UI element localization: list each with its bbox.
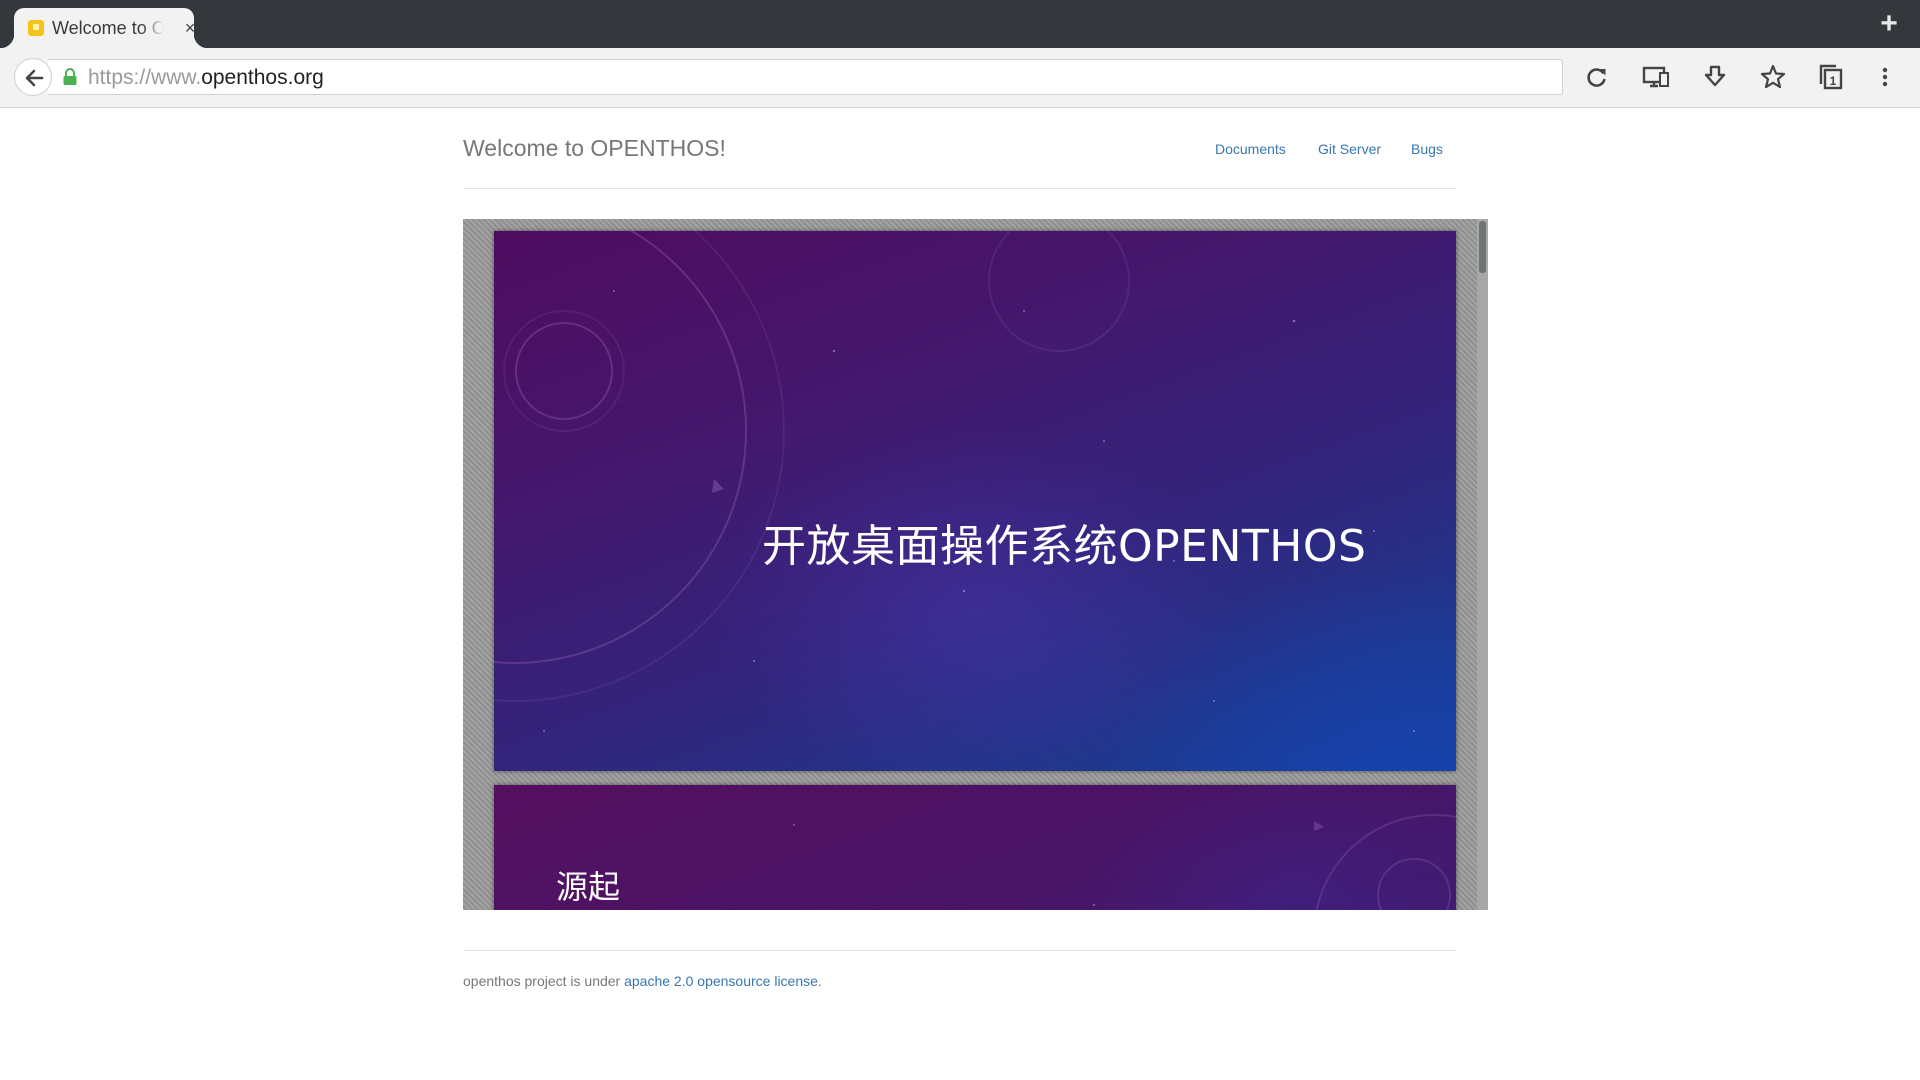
tabs-count: 1 <box>1830 74 1837 88</box>
footer-divider <box>463 950 1457 951</box>
browser-tab[interactable]: Welcome to OPENTHOS! × <box>0 8 208 48</box>
url-domain: openthos.org <box>201 66 324 89</box>
footer-suffix: . <box>817 973 822 989</box>
back-arrow-icon <box>25 69 44 87</box>
download-icon[interactable] <box>1700 62 1730 92</box>
footer-prefix: openthos project is under <box>463 973 625 989</box>
slide-2: 源起 <box>494 785 1456 910</box>
new-tab-icon[interactable]: + <box>1872 7 1906 41</box>
lock-icon <box>63 68 77 85</box>
more-menu-icon[interactable] <box>1870 62 1900 92</box>
desktop-view-icon[interactable] <box>1641 62 1671 92</box>
scrollbar-thumb[interactable] <box>1479 221 1486 273</box>
url-scheme: https://www. <box>88 66 202 89</box>
page-favicon-icon <box>28 20 44 36</box>
star-icon[interactable] <box>1758 62 1788 92</box>
nav-link-bugs[interactable]: Bugs <box>1411 140 1443 158</box>
slide-2-title: 源起 <box>556 868 621 906</box>
slide-1: 开放桌面操作系统OPENTHOS <box>494 231 1456 771</box>
slides-embed-frame[interactable]: 开放桌面操作系统OPENTHOS 源起 <box>463 219 1488 910</box>
footer-text: openthos project is under apache 2.0 ope… <box>463 972 822 990</box>
slides-scrollbar[interactable] <box>1477 219 1488 910</box>
nav-link-documents[interactable]: Documents <box>1215 140 1286 158</box>
address-bar[interactable]: https://www.openthos.org <box>48 59 1563 95</box>
reload-icon[interactable] <box>1582 62 1612 92</box>
header-divider <box>463 188 1457 189</box>
tab-strip: Welcome to OPENTHOS! × + <box>0 0 1920 48</box>
slide-1-title: 开放桌面操作系统OPENTHOS <box>762 521 1367 572</box>
page-title: Welcome to OPENTHOS! <box>463 135 726 161</box>
back-button[interactable] <box>14 58 52 96</box>
license-link[interactable]: apache 2.0 opensource license <box>624 973 818 989</box>
nav-link-git-server[interactable]: Git Server <box>1318 140 1381 158</box>
tab-title: Welcome to OPENTHOS! <box>52 18 164 38</box>
slide-decoration <box>793 814 1456 910</box>
close-tab-icon[interactable]: × <box>179 17 201 39</box>
slide-decoration <box>494 231 1415 732</box>
url-text[interactable]: https://www.openthos.org <box>88 66 324 90</box>
tabs-count-icon[interactable]: 1 <box>1816 62 1846 92</box>
browser-toolbar: https://www.openthos.org 1 <box>0 48 1920 108</box>
